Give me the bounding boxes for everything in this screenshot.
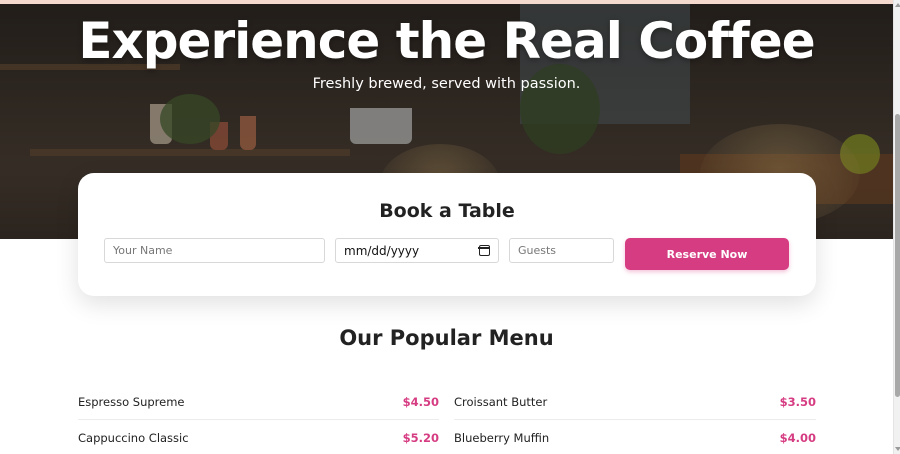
scroll-up-arrow-icon[interactable] [895,3,900,7]
scroll-down-arrow-icon[interactable] [895,447,900,451]
menu-item: Croissant Butter $3.50 [454,384,816,420]
date-input[interactable]: mm/dd/yyyy [335,238,499,263]
menu-item-price: $4.00 [779,431,816,445]
menu-item-name: Espresso Supreme [78,394,185,409]
menu-item-name: Cappuccino Classic [78,431,189,445]
hero-subtitle: Freshly brewed, served with passion. [312,76,581,92]
menu-item-name: Croissant Butter [454,394,548,409]
name-input[interactable] [104,238,325,263]
hero-title: Experience the Real Coffee [78,12,815,70]
calendar-icon[interactable] [478,245,490,256]
menu-item-price: $5.20 [402,431,439,445]
menu-title: Our Popular Menu [339,326,554,350]
reserve-now-button[interactable]: Reserve Now [625,238,789,270]
guests-input[interactable] [509,238,614,263]
menu-item: Espresso Supreme $4.50 [78,384,439,420]
menu-item-name: Blueberry Muffin [454,431,550,445]
menu-item: Blueberry Muffin $4.00 [454,420,816,454]
vertical-scrollbar[interactable] [893,0,900,454]
scrollbar-thumb[interactable] [895,114,900,397]
booking-card: Book a Table mm/dd/yyyy Reserve Now [78,173,816,296]
date-input-value: mm/dd/yyyy [344,243,420,258]
menu-item: Cappuccino Classic $5.20 [78,420,439,454]
booking-title: Book a Table [379,200,515,222]
menu-item-price: $4.50 [402,394,439,409]
menu-item-price: $3.50 [779,394,816,409]
